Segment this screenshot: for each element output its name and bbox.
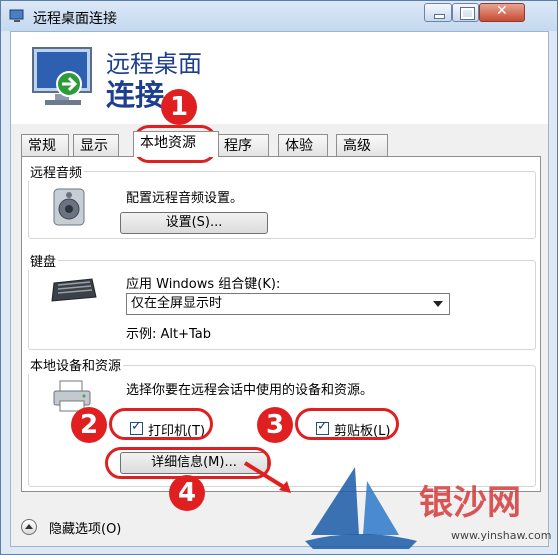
tab-local-resources[interactable]: 本地资源 xyxy=(133,131,219,157)
windows-key-combo-value: 仅在全屏显示时 xyxy=(131,296,223,311)
remote-audio-description: 配置远程音频设置。 xyxy=(126,191,244,206)
annotation-ring-3 xyxy=(295,408,399,440)
tab-experience[interactable]: 体验 xyxy=(278,134,328,156)
audio-settings-button[interactable]: 设置(S)... xyxy=(120,212,268,234)
keyboard-example: 示例: Alt+Tab xyxy=(126,327,212,342)
window-title: 远程桌面连接 xyxy=(33,11,117,27)
annotation-arrow xyxy=(243,461,291,493)
watermark: 银沙网 www.yinshaw.com xyxy=(301,457,551,555)
annotation-marker-3: 3 xyxy=(257,407,293,443)
chevron-down-icon xyxy=(433,301,443,307)
watermark-url: www.yinshaw.com xyxy=(451,529,552,542)
remote-audio-group xyxy=(28,171,536,239)
speaker-icon xyxy=(53,188,85,226)
remote-audio-title: 远程音频 xyxy=(28,162,85,181)
hide-options-label[interactable]: 隐藏选项(O) xyxy=(49,518,121,537)
watermark-text: 银沙网 xyxy=(419,483,521,523)
title-bar[interactable]: 远程桌面连接 ✕ xyxy=(1,1,557,31)
keyboard-title: 键盘 xyxy=(28,251,59,270)
local-devices-description: 选择你要在远程会话中使用的设备和资源。 xyxy=(126,383,374,398)
maximize-button[interactable] xyxy=(452,3,479,22)
minimize-button[interactable] xyxy=(424,3,452,22)
annotation-ring-2 xyxy=(109,408,213,440)
tab-general[interactable]: 常规 xyxy=(21,134,69,156)
annotation-marker-4: 4 xyxy=(169,475,205,511)
remote-desktop-app-icon xyxy=(9,9,24,22)
keyboard-icon xyxy=(51,278,97,302)
close-icon: ✕ xyxy=(496,3,508,19)
remote-desktop-window: 远程桌面连接 ✕ 远程桌面 连接 常规 显示 本地资源 程序 体验 高级 远程音… xyxy=(0,0,558,555)
hide-options-toggle[interactable] xyxy=(21,519,37,535)
tab-programs[interactable]: 程序 xyxy=(217,134,269,156)
windows-key-combo-select[interactable]: 仅在全屏显示时 xyxy=(126,293,450,315)
annotation-marker-2: 2 xyxy=(71,407,107,443)
tab-display[interactable]: 显示 xyxy=(73,134,119,156)
banner-header: 远程桌面 连接 xyxy=(11,32,548,124)
annotation-marker-1: 1 xyxy=(161,89,197,125)
windows-key-combo-label: 应用 Windows 组合键(K): xyxy=(126,277,281,292)
monitor-icon xyxy=(32,47,92,105)
header-title-line2: 连接 xyxy=(106,78,165,112)
sailboat-logo xyxy=(305,467,417,549)
close-button[interactable]: ✕ xyxy=(479,3,525,22)
local-devices-title: 本地设备和资源 xyxy=(28,355,124,374)
tab-advanced[interactable]: 高级 xyxy=(336,134,388,156)
